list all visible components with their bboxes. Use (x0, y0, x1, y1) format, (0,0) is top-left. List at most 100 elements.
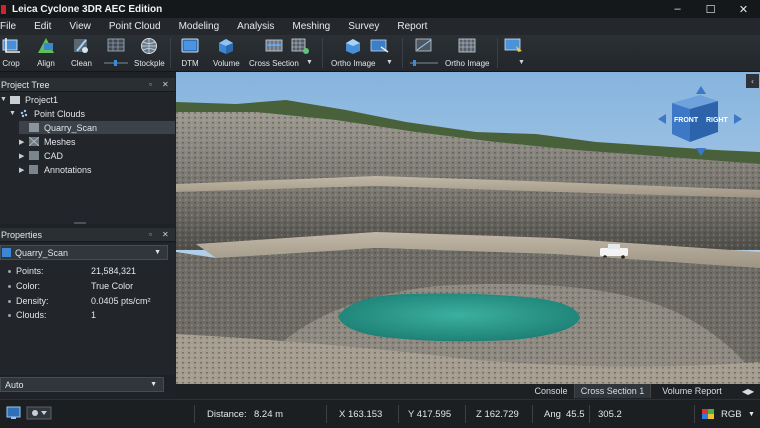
stockpile-label: Stockple (134, 59, 165, 68)
chevron-down-icon: ▼ (154, 249, 161, 256)
menu-report[interactable]: Report (388, 21, 436, 32)
float-panel-icon[interactable]: ▫ (149, 80, 152, 89)
chevron-down-icon[interactable]: ▼ (748, 411, 755, 418)
project-tree-header: Project Tree ▫ ✕ (0, 78, 175, 92)
minimize-button[interactable]: – (661, 0, 694, 18)
3d-viewport[interactable]: ‹ FRONT RIGHT (176, 72, 760, 384)
window-controls: – ☐ ✕ (661, 0, 760, 18)
nav-cube-front-label[interactable]: FRONT (674, 117, 698, 124)
crop-label: Crop (2, 59, 20, 68)
close-panel-icon[interactable]: ✕ (162, 230, 169, 239)
menu-meshing[interactable]: Meshing (283, 21, 339, 32)
menu-analysis[interactable]: Analysis (228, 21, 283, 32)
collapse-icon[interactable]: ▼ (0, 96, 10, 103)
viewport-tab-bar: Console Cross Section 1 Volume Report ◀▶ (176, 384, 760, 398)
close-button[interactable]: ✕ (727, 0, 760, 18)
cross-section-label: Cross Section (249, 59, 299, 68)
bullet-icon (8, 314, 11, 317)
status-separator (589, 405, 590, 423)
angle-value: 45.5 (566, 409, 585, 420)
screen-icon[interactable] (6, 406, 22, 420)
ortho-dropdown-icon[interactable]: ▼ (386, 59, 393, 66)
clean-button[interactable]: Clean (71, 37, 92, 68)
menu-file[interactable]: File (0, 21, 25, 32)
close-panel-icon[interactable]: ✕ (162, 80, 169, 89)
splitter-grip-icon[interactable] (74, 222, 86, 224)
ortho-image-label: Ortho Image (331, 59, 376, 68)
status-bar: Distance: 8.24 m X 163.153 Y 417.595 Z 1… (0, 399, 760, 428)
float-panel-icon[interactable]: ▫ (149, 230, 152, 239)
rgb-color-icon (702, 409, 714, 419)
cross-section-dropdown-icon[interactable]: ▼ (306, 59, 313, 66)
bullet-icon (8, 300, 11, 303)
expand-icon[interactable]: ▶ (19, 138, 29, 146)
expand-icon[interactable]: ▶ (19, 152, 29, 160)
toolbar-separator (497, 38, 498, 68)
expand-icon[interactable]: ▶ (19, 166, 29, 174)
grid-options-button[interactable] (290, 37, 310, 55)
project-tree-title: Project Tree (1, 79, 50, 90)
align-button[interactable]: Align (36, 37, 56, 68)
tree-item-meshes[interactable]: ▶ Meshes (19, 135, 175, 148)
dtm-icon (181, 38, 199, 53)
distance-label: Distance: (207, 409, 247, 420)
menu-point-cloud[interactable]: Point Cloud (100, 21, 170, 32)
property-object-select[interactable]: Quarry_Scan ▼ (0, 245, 168, 260)
slider-icon (104, 60, 128, 66)
property-value: True Color (91, 281, 134, 291)
arrow-right-icon (734, 114, 742, 124)
mesh-icon (29, 137, 39, 146)
nav-cube-right-label[interactable]: RIGHT (706, 117, 728, 124)
render-mode-select[interactable]: Auto ▼ (0, 377, 164, 392)
ortho-image-grid-button[interactable]: Ortho Image (445, 37, 489, 68)
menu-view[interactable]: View (60, 21, 100, 32)
cad-icon (29, 151, 39, 160)
property-row-clouds: Clouds: 1 (0, 310, 175, 322)
ortho-image-grid-label: Ortho Image (445, 59, 490, 68)
stockpile-icon (141, 38, 158, 54)
tree-item-project1[interactable]: ▼ Project1 (0, 93, 175, 106)
report-dropdown-icon[interactable]: ▼ (518, 59, 525, 66)
clean-label: Clean (71, 59, 92, 68)
angle-value-2: 305.2 (598, 409, 622, 420)
ortho-cube-icon (346, 39, 361, 54)
ortho-slider-icon (410, 60, 438, 66)
menu-bar: File Edit View Point Cloud Modeling Anal… (0, 18, 760, 35)
bullet-icon (8, 285, 11, 288)
status-separator (694, 405, 695, 423)
tree-item-point-clouds[interactable]: ▼ Point Clouds (9, 107, 175, 120)
navigation-cube[interactable] (654, 84, 746, 158)
tab-cross-section-1[interactable]: Cross Section 1 (574, 384, 651, 398)
tree-item-annotations[interactable]: ▶ Annotations (19, 163, 175, 176)
ortho-export-button[interactable] (370, 37, 390, 55)
ortho-preview-icon (415, 38, 432, 52)
tab-volume-report[interactable]: Volume Report (652, 384, 732, 398)
camera-options-icon[interactable] (26, 406, 52, 420)
tree-item-quarry-scan[interactable]: Quarry_Scan (19, 121, 175, 134)
collapse-icon[interactable]: ▼ (9, 110, 19, 117)
property-row-color: Color: True Color (0, 281, 175, 293)
stockpile-button[interactable]: Stockple (134, 37, 165, 68)
tree-label-point-clouds: Point Clouds (34, 108, 86, 119)
tab-scroll-arrows-icon[interactable]: ◀▶ (736, 384, 760, 398)
tree-item-cad[interactable]: ▶ CAD (19, 149, 175, 162)
color-mode-label[interactable]: RGB (721, 409, 742, 420)
arrow-down-icon (696, 148, 706, 156)
tab-console[interactable]: Console (528, 384, 574, 398)
menu-edit[interactable]: Edit (25, 21, 60, 32)
maximize-button[interactable]: ☐ (694, 0, 727, 18)
crop-button[interactable]: Crop (1, 37, 21, 68)
menu-modeling[interactable]: Modeling (170, 21, 229, 32)
coordinate-x: X 163.153 (339, 409, 383, 420)
property-key: Density: (16, 296, 49, 306)
ortho-slider[interactable] (410, 37, 438, 66)
tree-label-meshes: Meshes (44, 136, 76, 147)
report-export-button[interactable] (504, 37, 524, 55)
dtm-button[interactable]: DTM (180, 37, 200, 68)
volume-button[interactable]: Volume (213, 37, 240, 68)
clean-slider[interactable] (104, 37, 128, 66)
align-label: Align (37, 59, 55, 68)
menu-survey[interactable]: Survey (339, 21, 388, 32)
property-row-points: Points: 21,584,321 (0, 266, 175, 278)
ortho-image-button[interactable]: Ortho Image (331, 37, 375, 68)
